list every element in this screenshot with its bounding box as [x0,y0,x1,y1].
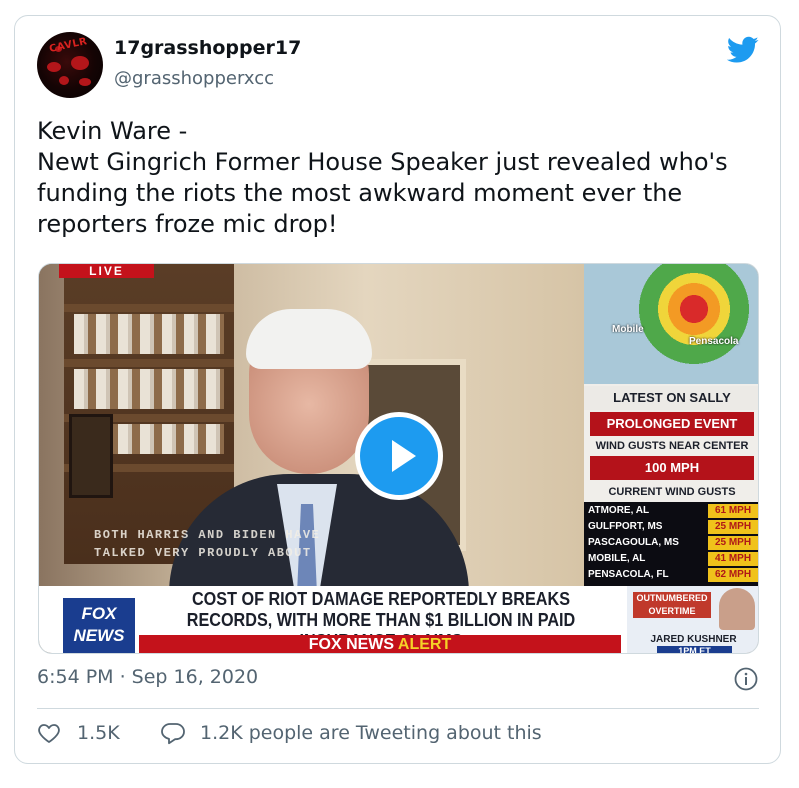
weather-status: PROLONGED EVENT [590,412,754,436]
gust-row: GULFPORT, MS 25 MPH [584,520,758,534]
weather-title: LATEST ON SALLY [584,386,758,410]
conversation-text: 1.2K people are Tweeting about this [200,722,542,744]
tweet-text: Kevin Ware - Newt Gingrich Former House … [37,117,728,238]
lower-third-caption: BOTH HARRIS AND BIDEN HAVE TALKED VERY P… [94,528,321,560]
weather-panel: Mobile Pensacola LATEST ON SALLY PROLONG… [584,264,758,586]
news-alert-bar: FOX NEWS ALERT [139,635,621,653]
speech-bubble-icon [161,723,185,745]
divider [37,708,759,709]
avatar[interactable]: CAVLR [37,32,103,98]
promo-name: JARED KUSHNER [650,634,737,645]
gust-row: PENSACOLA, FL 62 MPH [584,568,758,582]
gust-row: MOBILE, AL 41 MPH [584,552,758,566]
twitter-bird-icon[interactable] [727,36,759,64]
live-badge: LIVE [59,264,154,278]
display-name[interactable]: 17grasshopper17 [114,37,301,59]
promo-badge: OUTNUMBERED OVERTIME [633,592,711,618]
radar-label-mobile: Mobile [612,324,644,335]
weather-gust-value: 100 MPH [590,456,754,480]
heart-icon [38,724,60,743]
fox-news-logo: FOX NEWS [63,598,135,653]
like-button[interactable]: 1.5K [37,721,120,745]
tweet-timestamp[interactable]: 6:54 PM · Sep 16, 2020 [37,666,258,688]
user-handle[interactable]: @grasshopperxcc [114,68,274,89]
play-button[interactable] [355,412,443,500]
info-icon[interactable] [734,667,758,691]
conversation-link[interactable]: 1.2K people are Tweeting about this [160,721,542,745]
promo-photo [719,588,755,630]
radar-map: Mobile Pensacola [584,264,758,384]
alert-prefix: FOX NEWS [308,636,398,653]
weather-gust-label: WIND GUSTS NEAR CENTER [595,440,749,452]
like-count: 1.5K [77,722,120,744]
play-icon [392,440,416,472]
avatar-text: CAVLR [48,36,89,55]
gust-table: ATMORE, AL 61 MPH GULFPORT, MS 25 MPH PASC… [584,502,758,586]
gust-row: ATMORE, AL 61 MPH [584,504,758,518]
weather-current-label: CURRENT WIND GUSTS [608,486,736,498]
radar-label-pensacola: Pensacola [689,336,739,347]
alert-word: ALERT [397,636,452,653]
show-promo: OUTNUMBERED OVERTIME JARED KUSHNER 1PM E… [627,586,758,653]
gust-row: PASCAGOULA, MS 25 MPH [584,536,758,550]
promo-time: 1PM ET [657,646,732,653]
video-scene: LIVE BOTH HARRIS AND BIDEN HAVE TALKED V… [39,264,584,604]
picture-frame [69,414,113,498]
